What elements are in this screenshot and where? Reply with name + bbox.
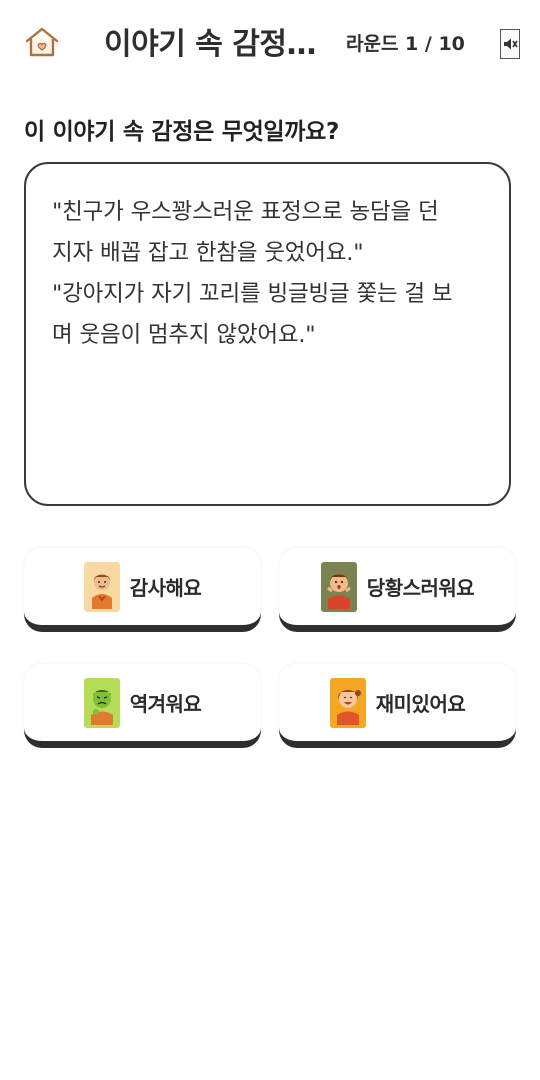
round-counter: 라운드 1 / 10: [346, 33, 465, 55]
story-line: "친구가 우스꽝스러운 표정으로 농담을 던: [52, 199, 439, 225]
happy-face-icon: [329, 677, 366, 728]
game-screen: 이야기 속 감정 게임 라운드 1 / 10 이 이야기 속 감정은 무엇일까요…: [0, 0, 540, 1080]
home-button[interactable]: [22, 24, 62, 60]
story-line: 며 웃음이 멈추지 않았어요.": [52, 322, 316, 348]
answer-label: 당황스러워요: [366, 576, 475, 600]
question-text: 이 이야기 속 감정은 무엇일까요?: [24, 119, 340, 145]
story-line: 지자 배꼽 잡고 한참을 웃었어요.": [52, 240, 364, 266]
answer-label: 감사해요: [129, 576, 202, 600]
story-box: "친구가 우스꽝스러운 표정으로 농담을 던 지자 배꼽 잡고 한참을 웃었어요…: [24, 162, 511, 506]
sound-toggle-button[interactable]: [500, 29, 520, 59]
grateful-face-icon: [83, 561, 120, 612]
home-icon: [25, 27, 59, 57]
answer-button-grateful[interactable]: 감사해요: [24, 548, 261, 630]
embarrassed-face-icon: [320, 561, 357, 612]
story-line: "강아지가 자기 꼬리를 빙글빙글 쫓는 걸 보: [52, 281, 453, 307]
page-title: 이야기 속 감정 게임: [104, 27, 326, 62]
disgusted-face-icon: [83, 677, 120, 728]
answer-label: 재미있어요: [375, 692, 466, 716]
answer-label: 역겨워요: [129, 692, 202, 716]
answer-button-disgusted[interactable]: 역겨워요: [24, 664, 261, 746]
answer-button-embarrassed[interactable]: 당황스러워요: [279, 548, 516, 630]
answer-button-fun[interactable]: 재미있어요: [279, 664, 516, 746]
sound-toggle-icon: [504, 38, 518, 50]
header: 이야기 속 감정 게임 라운드 1 / 10: [0, 14, 540, 70]
